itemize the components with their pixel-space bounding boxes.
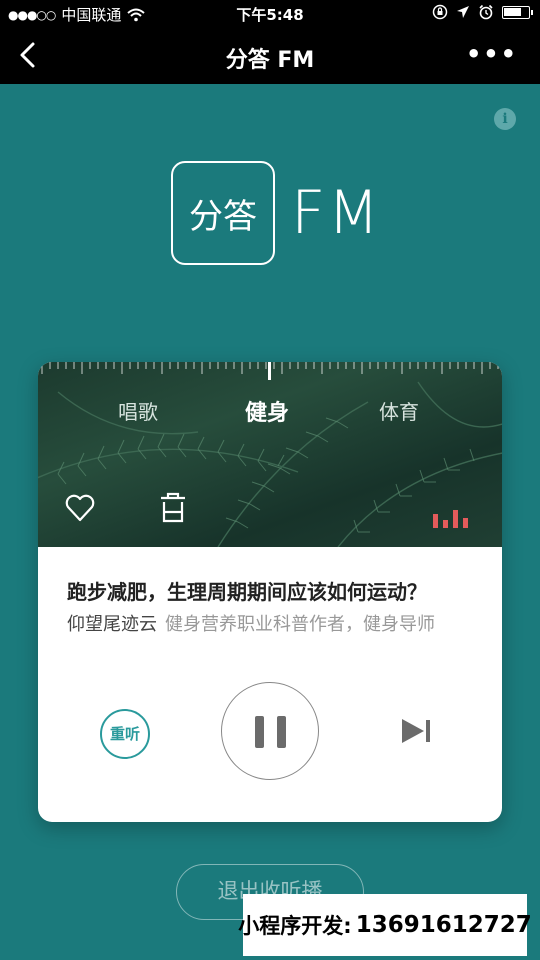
category-tab-0[interactable]: 唱歌 — [118, 396, 158, 425]
app-logo: 分答 — [171, 161, 275, 265]
alarm-icon — [479, 4, 493, 20]
category-tab-2[interactable]: 体育 — [379, 396, 419, 425]
pause-icon — [255, 716, 264, 748]
tuner-needle — [268, 362, 271, 380]
category-tab-active[interactable]: 健身 — [245, 395, 289, 427]
promo-banner: 小程序开发: 13691612727 — [238, 894, 532, 956]
logo-mark-text: 分答 — [189, 196, 257, 237]
track-meta: 仰望尾迹云 健身营养职业科普作者，健身导师 — [67, 610, 475, 636]
page-title: 分答 FM — [225, 48, 315, 73]
heart-icon[interactable] — [64, 492, 96, 524]
pause-icon — [277, 716, 286, 748]
logo-fm-text: FM — [291, 178, 382, 248]
battery-icon — [502, 5, 533, 19]
audio-bars-icon — [433, 510, 468, 528]
promo-label: 小程序开发: — [238, 914, 352, 938]
info-icon[interactable]: i — [494, 108, 516, 130]
more-menu-button[interactable]: ••• — [466, 40, 518, 68]
rotation-lock-icon — [432, 4, 448, 20]
replay-button[interactable]: 重听 — [100, 709, 150, 759]
author-description: 健身营养职业科普作者，健身导师 — [165, 614, 435, 635]
nav-bar: 分答 FM ••• — [0, 28, 540, 84]
track-title: 跑步减肥，生理周期期间应该如何运动？ — [67, 580, 427, 604]
next-track-icon[interactable] — [400, 717, 432, 745]
trash-icon[interactable] — [158, 490, 188, 524]
player-card: 唱歌 健身 体育 跑步减肥，生理周期期间应该如何运动？ 仰望尾迹云 健身营养职业科… — [38, 362, 502, 822]
track-author[interactable]: 仰望尾迹云 — [67, 614, 157, 635]
pause-button[interactable] — [221, 682, 319, 780]
card-cover: 唱歌 健身 体育 — [38, 362, 502, 547]
status-bar: ●●●○○ 中国联通 下午5:48 — [0, 0, 540, 28]
location-icon — [457, 6, 469, 18]
promo-phone: 13691612727 — [355, 912, 532, 938]
